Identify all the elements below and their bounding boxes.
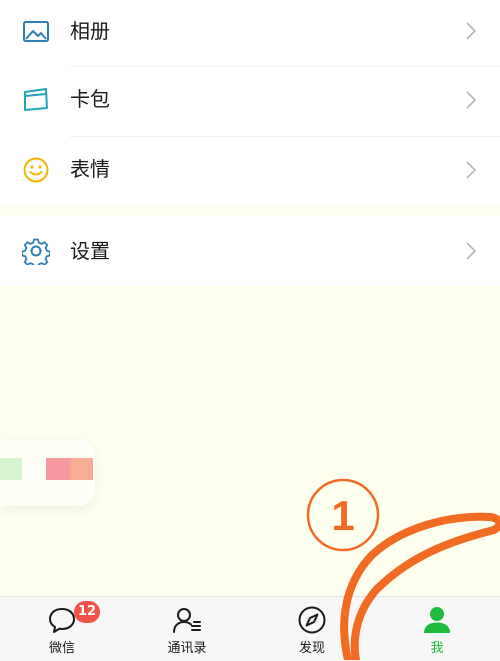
- tab-discover[interactable]: 发现: [267, 597, 357, 661]
- tab-label: 我: [430, 641, 444, 656]
- photo-album-icon: [23, 21, 49, 42]
- tab-label: 发现: [298, 641, 325, 656]
- compass-icon: [298, 606, 326, 634]
- tab-chats[interactable]: 12 微信: [17, 597, 107, 661]
- contacts-icon: [173, 608, 201, 633]
- chevron-right-icon: [466, 242, 476, 260]
- menu-item-album[interactable]: 相册: [0, 0, 500, 66]
- menu-item-label: 卡包: [70, 87, 110, 111]
- menu-item-settings[interactable]: 设置: [0, 218, 500, 284]
- blurred-swatch: [70, 458, 93, 480]
- tab-contacts[interactable]: 通讯录: [142, 597, 232, 661]
- person-icon: [424, 607, 450, 633]
- menu-item-stickers[interactable]: 表情: [0, 137, 500, 203]
- blurred-swatch: [46, 458, 70, 480]
- menu-item-label: 相册: [70, 19, 110, 43]
- menu-item-card-wallet[interactable]: 卡包: [0, 67, 500, 133]
- card-wallet-icon: [24, 88, 48, 111]
- tab-label: 通讯录: [167, 641, 207, 656]
- menu-group-settings: 设置: [0, 216, 500, 286]
- blurred-swatch: [0, 458, 22, 480]
- bottom-tab-bar: 12 微信 通讯录 发现 我: [0, 596, 500, 661]
- annotation-number-circle: [306, 478, 380, 552]
- chevron-right-icon: [466, 161, 476, 179]
- smiley-face-icon: [23, 157, 49, 183]
- gear-icon: [22, 238, 50, 265]
- menu-item-label: 设置: [70, 239, 110, 263]
- annotation-number: 1: [331, 492, 354, 539]
- menu-item-label: 表情: [70, 157, 110, 181]
- tab-label: 微信: [48, 641, 75, 656]
- menu-group-primary: 相册 卡包 表情: [0, 0, 500, 205]
- chevron-right-icon: [466, 91, 476, 109]
- unread-badge: 12: [74, 601, 100, 623]
- chevron-right-icon: [466, 22, 476, 40]
- chat-bubble-icon: [49, 608, 75, 633]
- tab-me[interactable]: 我: [392, 597, 482, 661]
